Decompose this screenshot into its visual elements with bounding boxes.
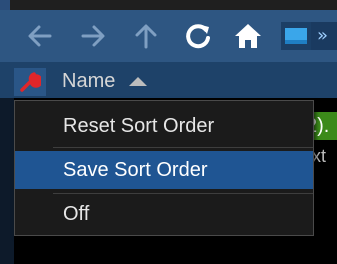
menu-separator <box>53 193 313 194</box>
column-header-name[interactable]: Name <box>62 68 148 94</box>
title-strip <box>0 0 337 10</box>
address-bar-overflow[interactable]: » <box>311 22 337 50</box>
title-accent <box>0 0 10 10</box>
up-button[interactable] <box>128 18 164 54</box>
refresh-button[interactable] <box>180 18 216 54</box>
sort-context-menu: Reset Sort Order Save Sort Order Off <box>14 100 314 236</box>
menu-item-save-sort-order[interactable]: Save Sort Order <box>15 151 313 189</box>
file-manager-window: » Name 2). xt Reset Sort Order Save Sort… <box>0 0 337 264</box>
menu-item-off[interactable]: Off <box>15 195 313 233</box>
home-button[interactable] <box>230 18 266 54</box>
back-button[interactable] <box>22 18 58 54</box>
folder-icon <box>285 28 307 44</box>
column-options-button[interactable] <box>14 68 46 96</box>
menu-separator <box>53 147 313 148</box>
sort-ascending-icon <box>129 76 148 86</box>
wrench-icon <box>20 72 41 92</box>
arrow-up-icon <box>135 24 157 49</box>
arrow-left-icon <box>28 25 52 47</box>
navigation-toolbar: » <box>0 10 337 62</box>
column-header-label: Name <box>62 70 116 92</box>
arrow-right-icon <box>81 25 105 47</box>
file-text-fragment: xt <box>312 146 327 166</box>
refresh-icon <box>186 24 210 49</box>
address-bar-location[interactable] <box>281 22 311 50</box>
forward-button[interactable] <box>75 18 111 54</box>
menu-item-reset-sort-order[interactable]: Reset Sort Order <box>15 107 313 145</box>
list-gutter <box>0 98 14 264</box>
column-header-row: Name <box>0 62 337 98</box>
home-icon <box>235 24 261 48</box>
